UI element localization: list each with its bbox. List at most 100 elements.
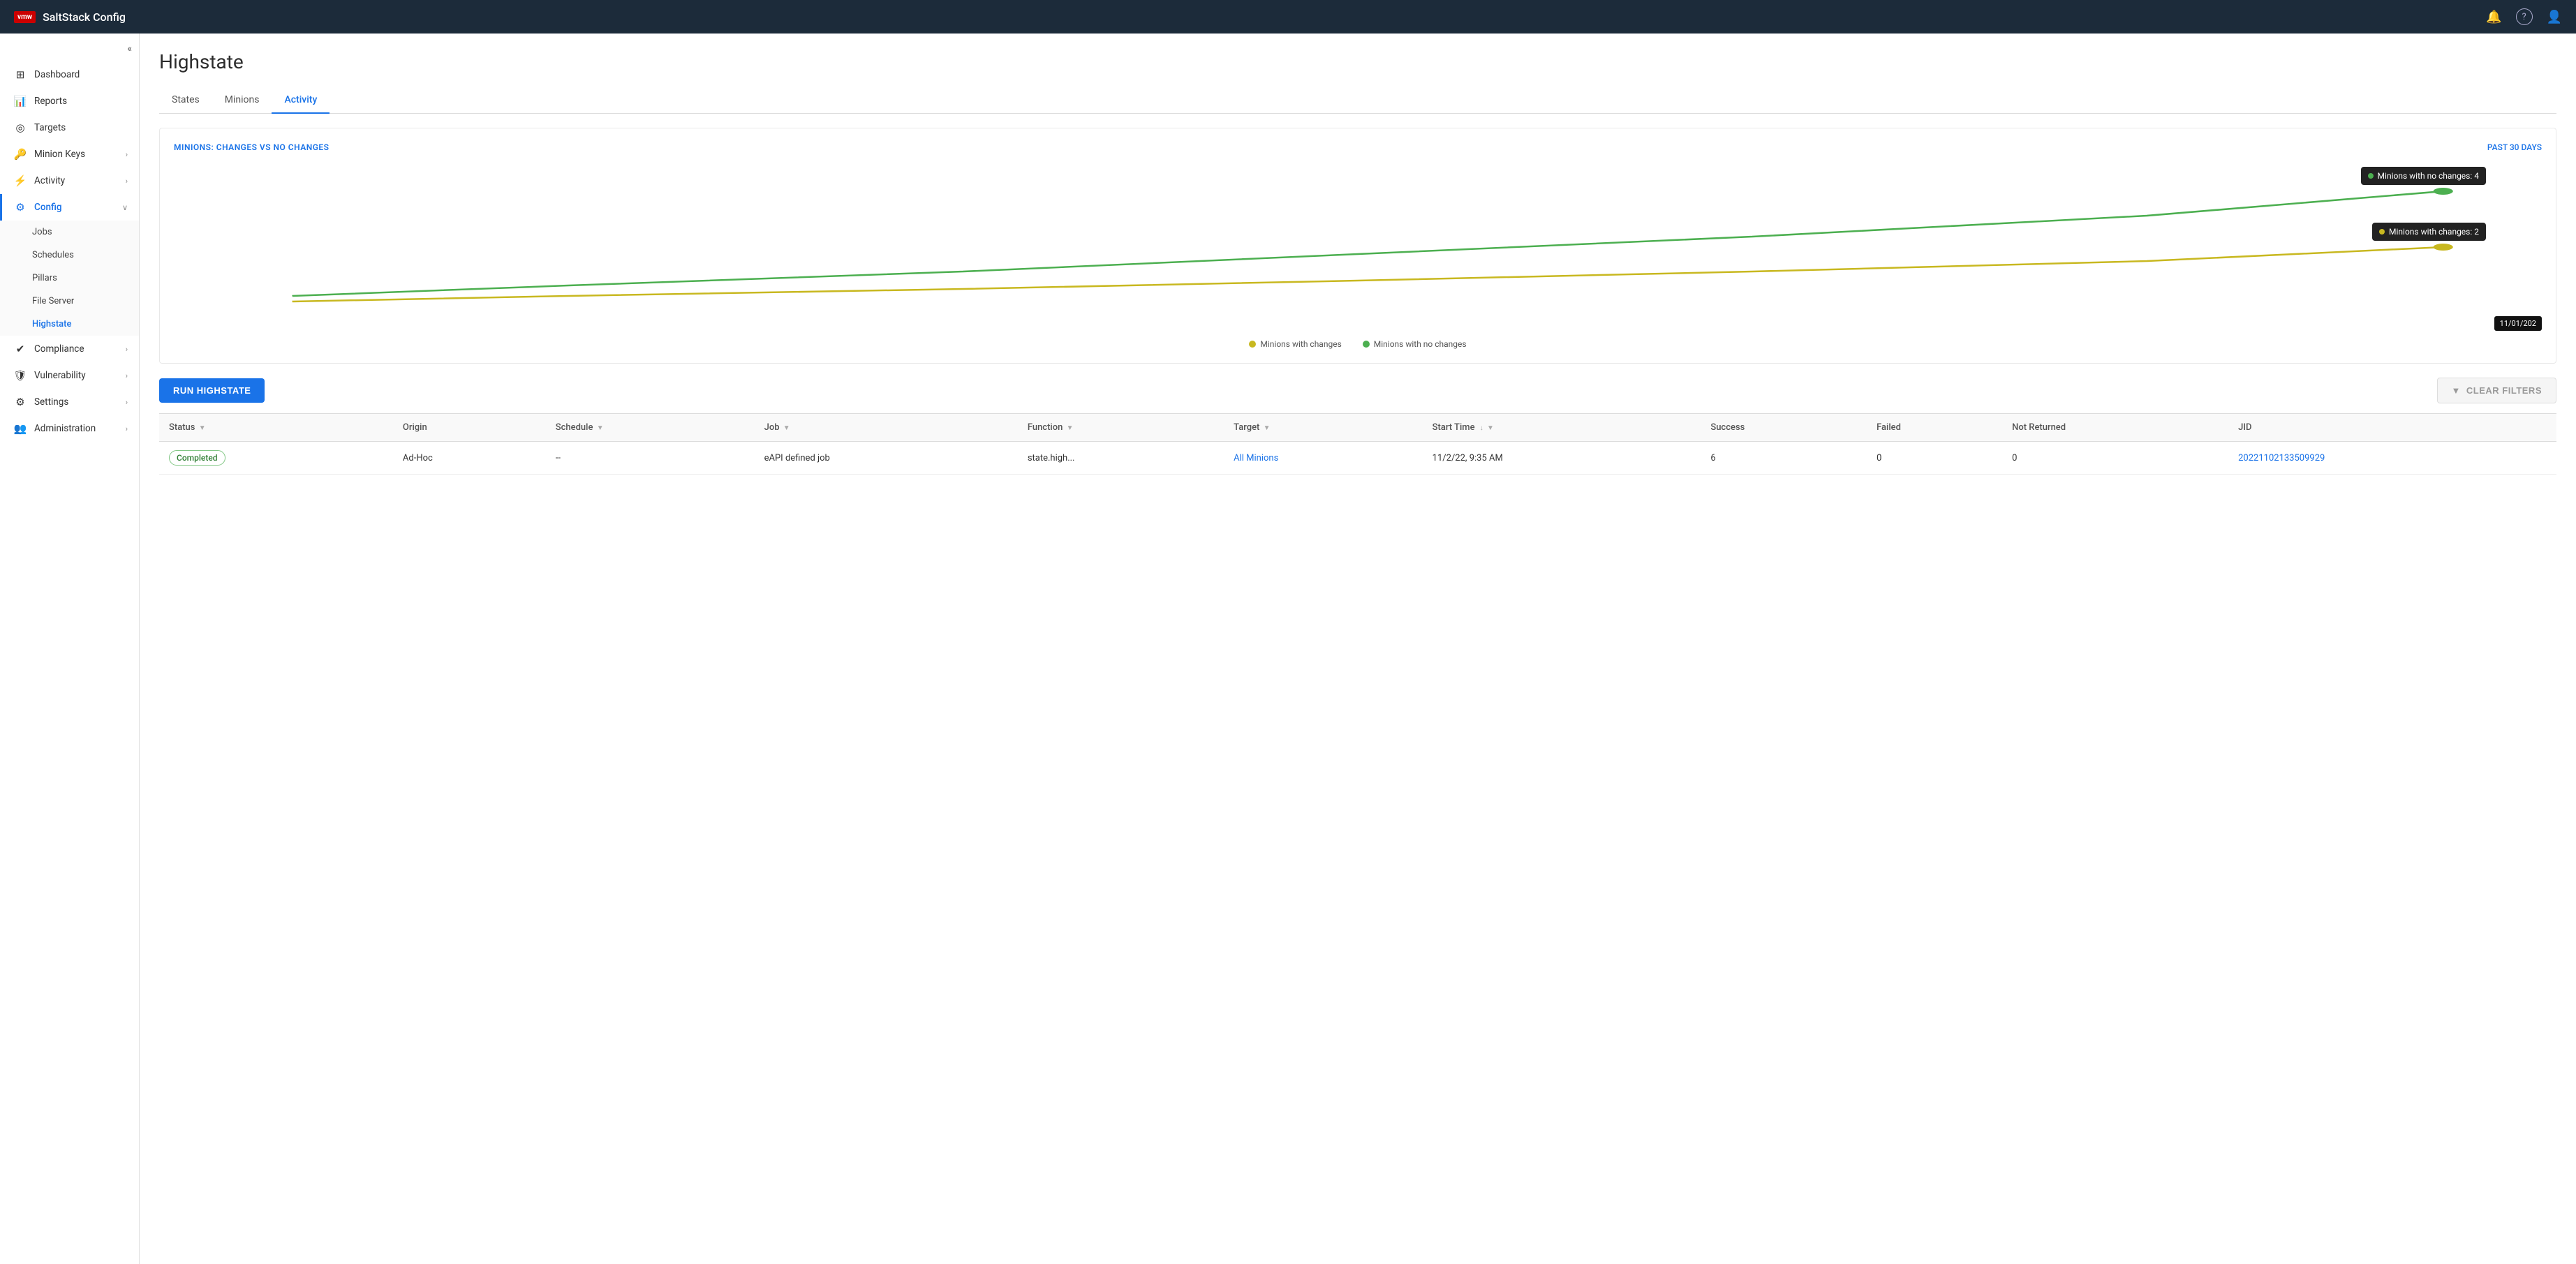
legend-item-no-changes: Minions with no changes	[1363, 339, 1467, 349]
topnav: vmw SaltStack Config 🔔 ? 👤	[0, 0, 2576, 34]
sidebar-item-label: Targets	[34, 122, 66, 133]
schedule-value: --	[556, 453, 561, 463]
sidebar-item-label: Settings	[34, 396, 68, 408]
settings-icon: ⚙	[13, 396, 27, 408]
administration-icon: 👥	[13, 422, 27, 435]
filter-icon: ▼	[2452, 385, 2461, 396]
sidebar-item-label: Dashboard	[34, 69, 80, 80]
sidebar-item-compliance[interactable]: ✔ Compliance ›	[0, 336, 139, 362]
sidebar-item-jobs[interactable]: Jobs	[0, 221, 139, 244]
app-title: SaltStack Config	[43, 10, 126, 24]
target-filter-icon[interactable]: ▼	[1264, 424, 1271, 432]
legend-dot-changes	[1249, 341, 1256, 348]
cell-jid: 20221102133509929	[2228, 442, 2556, 475]
legend-dot-no-changes	[1363, 341, 1370, 348]
sidebar-item-vulnerability[interactable]: 🛡 Vulnerability ›	[0, 362, 139, 389]
col-success: Success	[1701, 414, 1867, 442]
col-not-returned: Not Returned	[2002, 414, 2228, 442]
sidebar-item-schedules[interactable]: Schedules	[0, 244, 139, 267]
chart-period: PAST 30 DAYS	[2487, 142, 2542, 152]
cell-not-returned: 0	[2002, 442, 2228, 475]
chevron-right-icon: ›	[126, 371, 128, 380]
cell-target: All Minions	[1224, 442, 1423, 475]
legend-label-changes: Minions with changes	[1260, 339, 1341, 349]
notification-icon[interactable]: 🔔	[2486, 10, 2501, 24]
job-filter-icon[interactable]: ▼	[783, 424, 790, 432]
cell-status: Completed	[159, 442, 393, 475]
not-returned-value: 0	[2012, 453, 2017, 463]
sidebar-item-file-server[interactable]: File Server	[0, 290, 139, 313]
reports-icon: 📊	[13, 95, 27, 107]
targets-icon: ◎	[13, 121, 27, 134]
config-subitems: Jobs Schedules Pillars File Server Highs…	[0, 221, 139, 336]
tabs: States Minions Activity	[159, 87, 2556, 114]
user-icon[interactable]: 👤	[2547, 10, 2562, 24]
chevron-right-icon: ›	[126, 177, 128, 186]
chart-header: MINIONS: CHANGES VS NO CHANGES PAST 30 D…	[174, 142, 2542, 152]
table-header: Status ▼ Origin Schedule ▼ Job ▼	[159, 414, 2556, 442]
function-value: state.high...	[1028, 453, 1075, 463]
tab-states[interactable]: States	[159, 87, 212, 114]
start-time-filter-icon[interactable]: ▼	[1487, 424, 1494, 432]
col-job: Job ▼	[755, 414, 1018, 442]
tooltip-changes-text: Minions with changes: 2	[2389, 227, 2479, 237]
changes-dot	[2379, 229, 2385, 235]
col-job-label: Job	[764, 422, 780, 433]
status-filter-icon[interactable]: ▼	[199, 424, 206, 432]
col-failed: Failed	[1867, 414, 2002, 442]
vulnerability-icon: 🛡	[13, 369, 27, 382]
topnav-right: 🔔 ? 👤	[2486, 8, 2562, 25]
sidebar-item-administration[interactable]: 👥 Administration ›	[0, 415, 139, 442]
cell-schedule: --	[546, 442, 755, 475]
table-row: Completed Ad-Hoc -- eAPI defined job sta…	[159, 442, 2556, 475]
success-value: 6	[1710, 453, 1715, 463]
col-success-label: Success	[1710, 422, 1745, 433]
sidebar-item-highstate[interactable]: Highstate	[0, 313, 139, 336]
status-badge: Completed	[169, 450, 225, 466]
failed-value: 0	[1877, 453, 1881, 463]
sidebar: « ⊞ Dashboard 📊 Reports ◎ Targets 🔑 Mini…	[0, 34, 140, 1264]
collapse-icon: «	[127, 43, 132, 54]
chevron-down-icon: ∨	[122, 203, 128, 212]
help-icon[interactable]: ?	[2516, 8, 2533, 25]
function-filter-icon[interactable]: ▼	[1067, 424, 1074, 432]
target-link[interactable]: All Minions	[1234, 453, 1278, 463]
date-tooltip: 11/01/202	[2494, 316, 2542, 331]
sidebar-item-minion-keys[interactable]: 🔑 Minion Keys ›	[0, 141, 139, 168]
content-area: Highstate States Minions Activity MINION…	[140, 34, 2576, 1264]
sidebar-item-activity[interactable]: ⚡ Activity ›	[0, 168, 139, 194]
run-highstate-button[interactable]: RUN HIGHSTATE	[159, 378, 265, 403]
clear-filters-button[interactable]: ▼ CLEAR FILTERS	[2437, 378, 2556, 403]
chart-lines	[174, 163, 2542, 317]
jid-link[interactable]: 20221102133509929	[2238, 453, 2325, 463]
sidebar-item-pillars[interactable]: Pillars	[0, 267, 139, 290]
col-jid: JID	[2228, 414, 2556, 442]
sidebar-item-label: Config	[34, 202, 62, 213]
chevron-right-icon: ›	[126, 398, 128, 407]
col-function-label: Function	[1028, 422, 1063, 433]
chart-container: MINIONS: CHANGES VS NO CHANGES PAST 30 D…	[159, 128, 2556, 364]
sidebar-item-settings[interactable]: ⚙ Settings ›	[0, 389, 139, 415]
table-body: Completed Ad-Hoc -- eAPI defined job sta…	[159, 442, 2556, 475]
tooltip-no-changes: Minions with no changes: 4	[2361, 167, 2486, 185]
col-target: Target ▼	[1224, 414, 1423, 442]
job-value: eAPI defined job	[764, 453, 830, 463]
sidebar-item-reports[interactable]: 📊 Reports	[0, 88, 139, 114]
actions-row: RUN HIGHSTATE ▼ CLEAR FILTERS	[159, 378, 2556, 403]
sidebar-collapse-button[interactable]: «	[0, 40, 139, 61]
schedule-filter-icon[interactable]: ▼	[597, 424, 604, 432]
sidebar-item-config[interactable]: ⚙ Config ∨	[0, 194, 139, 221]
col-status-label: Status	[169, 422, 195, 433]
cell-job: eAPI defined job	[755, 442, 1018, 475]
chevron-right-icon: ›	[126, 424, 128, 433]
sidebar-item-targets[interactable]: ◎ Targets	[0, 114, 139, 141]
tab-activity[interactable]: Activity	[272, 87, 330, 114]
tab-minions[interactable]: Minions	[212, 87, 272, 114]
start-time-sort-icon[interactable]: ↓	[1480, 424, 1483, 432]
col-start-time-label: Start Time	[1433, 422, 1475, 433]
sidebar-item-dashboard[interactable]: ⊞ Dashboard	[0, 61, 139, 88]
chevron-right-icon: ›	[126, 150, 128, 159]
minion-keys-icon: 🔑	[13, 148, 27, 161]
sidebar-item-label: Administration	[34, 423, 96, 434]
sidebar-item-label: Reports	[34, 96, 67, 107]
